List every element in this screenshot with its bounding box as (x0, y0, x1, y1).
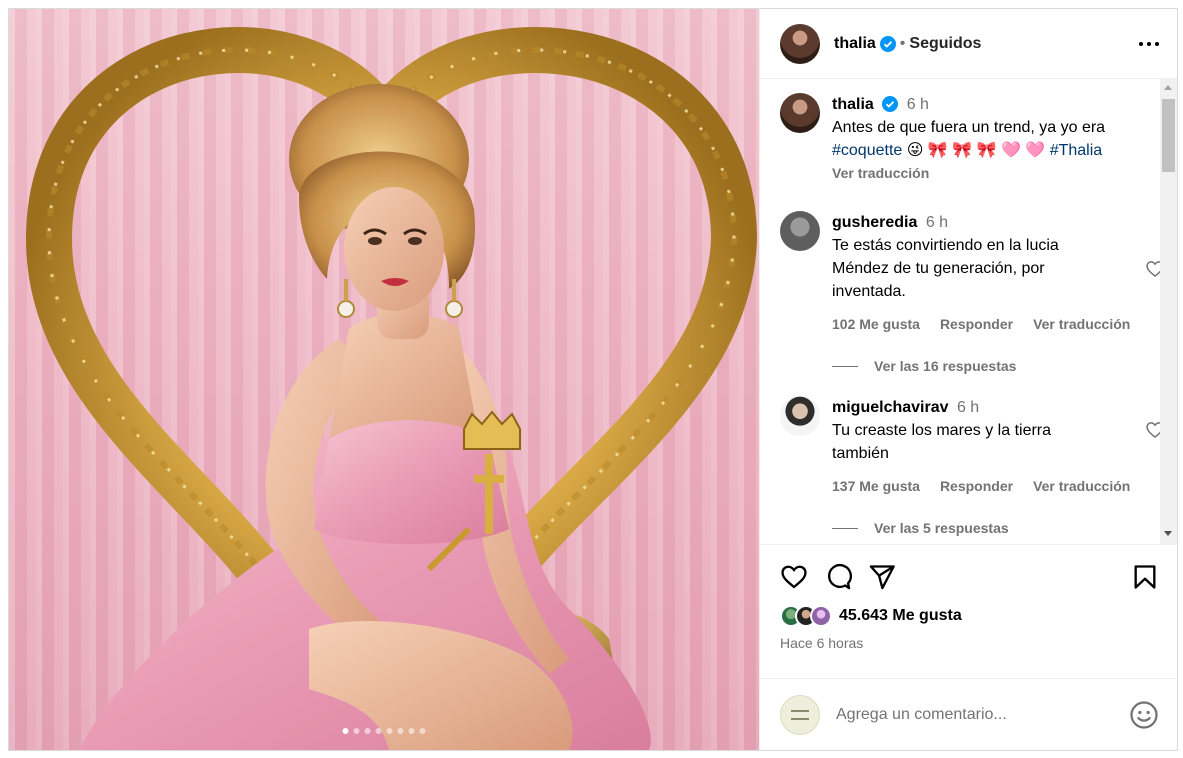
view-replies-label: Ver las 16 respuestas (874, 358, 1017, 374)
comment-text: Te estás convirtiendo en la lucia Méndez… (832, 237, 1059, 300)
following-button[interactable]: Seguidos (909, 35, 981, 53)
comment: miguelchavirav 6 h Tu creaste los mares … (780, 396, 1164, 498)
scroll-down-arrow-icon[interactable] (1164, 531, 1172, 536)
see-translation-link[interactable]: Ver traducción (1033, 313, 1130, 336)
caption-emojis: 😜 🎀 🎀 🎀 🩷 🩷 (906, 142, 1046, 159)
commenter-avatar[interactable] (780, 396, 820, 436)
see-translation-link[interactable]: Ver traducción (1033, 475, 1130, 498)
comment-time[interactable]: 6 h (957, 399, 979, 416)
post-actions: 45.643 Me gusta Hace 6 horas (760, 544, 1177, 678)
verified-badge-icon (879, 35, 896, 52)
author-avatar[interactable] (780, 93, 820, 133)
hashtag-link[interactable]: #coquette (832, 142, 902, 159)
caption-username[interactable]: thalia (832, 96, 874, 113)
caption-text: Antes de que fuera un trend, ya yo era (832, 119, 1106, 136)
post-side-panel: thalia • Seguidos thalia 6 h Antes de qu… (759, 9, 1177, 750)
comments-scrollbar[interactable] (1160, 79, 1177, 544)
author-username[interactable]: thalia (834, 35, 876, 53)
caption-time[interactable]: 6 h (907, 96, 929, 113)
view-replies-button[interactable]: Ver las 16 respuestas (832, 358, 1137, 374)
post-header: thalia • Seguidos (760, 9, 1177, 79)
like-heart-icon[interactable] (780, 563, 808, 591)
comment-likes[interactable]: 102 Me gusta (832, 313, 920, 336)
comment: gusheredia 6 h Te estás convirtiendo en … (780, 211, 1164, 336)
comment-username[interactable]: miguelchavirav (832, 399, 949, 416)
comment-text: Tu creaste los mares y la tierra también (832, 422, 1052, 462)
reply-button[interactable]: Responder (940, 313, 1013, 336)
comment-username[interactable]: gusheredia (832, 214, 917, 231)
post-caption: thalia 6 h Antes de que fuera un trend, … (780, 93, 1137, 185)
add-comment-bar (760, 678, 1177, 750)
more-options-icon[interactable] (1137, 32, 1161, 56)
comments-area[interactable]: thalia 6 h Antes de que fuera un trend, … (760, 79, 1177, 544)
carousel-dot (364, 728, 371, 734)
carousel-dot (386, 728, 393, 734)
liker-avatar[interactable] (810, 605, 832, 627)
hashtag-link[interactable]: #Thalia (1050, 142, 1102, 159)
author-avatar[interactable] (780, 23, 820, 64)
post-dialog: thalia • Seguidos thalia 6 h Antes de qu… (8, 8, 1178, 751)
carousel-dot (408, 728, 415, 734)
likes-count[interactable]: 45.643 Me gusta (839, 607, 962, 625)
comment-bubble-icon[interactable] (824, 563, 852, 591)
comment-input[interactable] (836, 705, 1129, 724)
post-time-ago[interactable]: Hace 6 horas (780, 635, 1159, 651)
comment-likes[interactable]: 137 Me gusta (832, 475, 920, 498)
post-photo (26, 26, 757, 750)
carousel-dot (419, 728, 426, 734)
header-separator: • (899, 34, 906, 52)
current-user-avatar[interactable] (780, 694, 820, 735)
carousel-dot (375, 728, 382, 734)
post-media[interactable] (9, 9, 759, 750)
save-bookmark-icon[interactable] (1131, 563, 1159, 591)
carousel-dot (342, 728, 349, 734)
commenter-avatar[interactable] (780, 211, 820, 251)
view-replies-button[interactable]: Ver las 5 respuestas (832, 520, 1137, 536)
carousel-dot (353, 728, 360, 734)
comment-time[interactable]: 6 h (926, 214, 948, 231)
reply-button[interactable]: Responder (940, 475, 1013, 498)
see-translation-link[interactable]: Ver traducción (832, 162, 1137, 185)
carousel-indicator (342, 728, 426, 734)
scroll-up-arrow-icon[interactable] (1164, 85, 1172, 90)
verified-badge-icon (882, 96, 899, 112)
share-paper-plane-icon[interactable] (868, 563, 896, 591)
scrollbar-thumb[interactable] (1162, 99, 1175, 172)
emoji-picker-icon[interactable] (1129, 700, 1159, 730)
carousel-dot (397, 728, 404, 734)
view-replies-label: Ver las 5 respuestas (874, 520, 1009, 536)
